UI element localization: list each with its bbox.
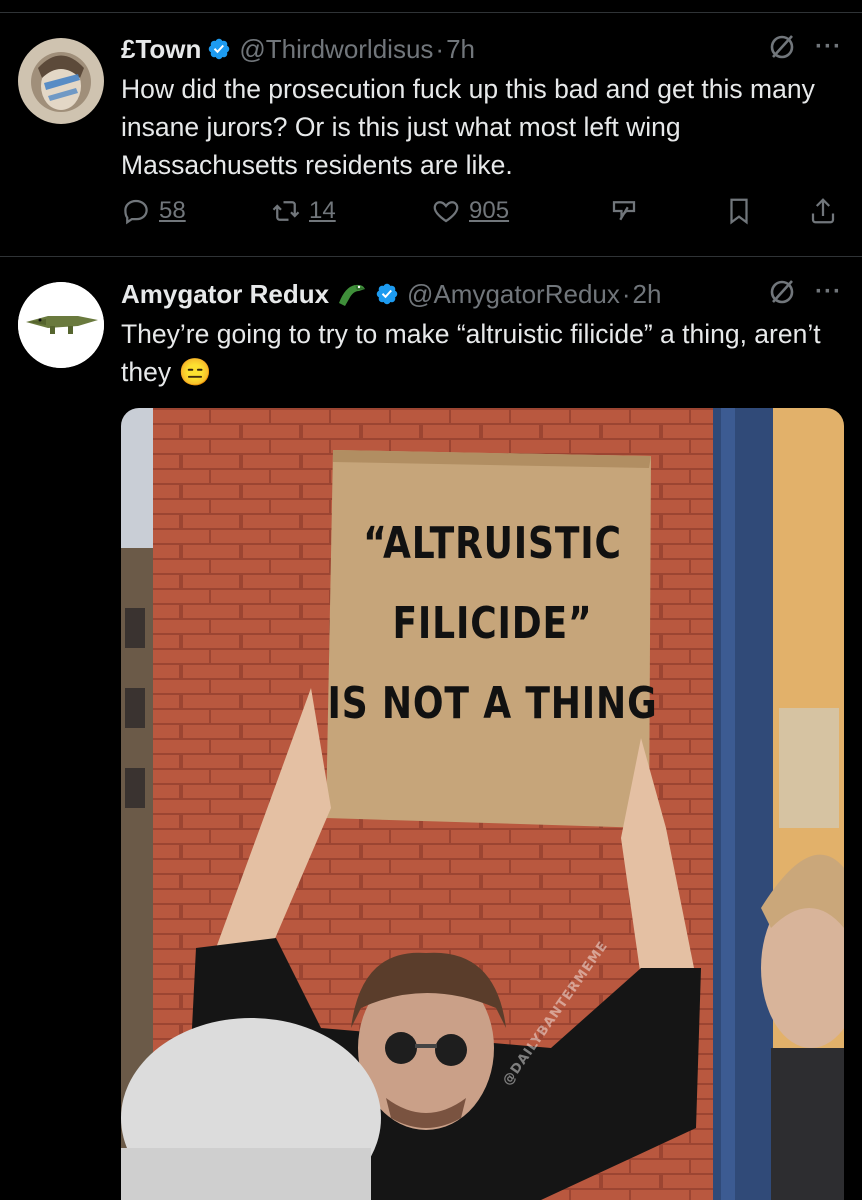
like-icon	[433, 201, 459, 223]
user-handle[interactable]: @Thirdworldisus	[239, 34, 433, 65]
like-count: 905	[469, 197, 510, 224]
timestamp[interactable]: 2h	[633, 279, 662, 310]
reply-button[interactable]: 58	[121, 196, 186, 226]
avatar-amygator[interactable]	[18, 282, 104, 368]
verified-badge-icon	[209, 38, 230, 60]
like-button[interactable]: 905	[431, 196, 509, 226]
sign-line-3: IS NOT A THING	[327, 678, 658, 729]
repost-icon	[272, 201, 300, 221]
timestamp[interactable]: 7h	[446, 34, 475, 65]
grok-icon[interactable]	[767, 32, 797, 62]
share-icon	[811, 198, 835, 224]
more-icon[interactable]: ···	[815, 278, 842, 306]
tweet-2-header: Amygator Redux @AmygatorRedux · 2h ···	[121, 277, 842, 311]
reply-count: 58	[159, 197, 186, 224]
tweet-text: They’re going to try to make “altruistic…	[121, 315, 838, 391]
avatar-ftown[interactable]	[18, 38, 104, 124]
top-divider	[0, 12, 862, 13]
share-button[interactable]	[808, 196, 838, 226]
grok-analyze-icon	[612, 201, 636, 221]
repost-count: 14	[309, 197, 336, 224]
bookmark-icon	[730, 198, 748, 225]
tweet-media-image[interactable]: “ALTRUISTIC FILICIDE” IS NOT A THING	[121, 408, 844, 1200]
tweet-1-actions: 58 14 905	[121, 196, 841, 236]
grok-icon[interactable]	[767, 277, 797, 307]
sign-line-1: “ALTRUISTIC	[363, 518, 622, 569]
display-name[interactable]: £Town	[121, 34, 201, 65]
user-handle[interactable]: @AmygatorRedux	[407, 279, 620, 310]
expressionless-emoji: 😑	[178, 357, 212, 387]
sign-line-2: FILICIDE”	[392, 598, 593, 649]
tweet-divider	[0, 256, 862, 257]
tweet-text-content: They’re going to try to make “altruistic…	[121, 319, 821, 387]
verified-badge-icon	[376, 283, 398, 305]
reply-icon	[124, 199, 148, 225]
tweet-1-header: £Town @Thirdworldisus · 7h ···	[121, 32, 842, 66]
tweet-text: How did the prosecution fuck up this bad…	[121, 74, 815, 180]
more-icon[interactable]: ···	[815, 33, 842, 61]
separator: ·	[621, 278, 631, 309]
repost-button[interactable]: 14	[271, 196, 336, 226]
display-name[interactable]: Amygator Redux	[121, 279, 329, 310]
bookmark-button[interactable]	[724, 196, 754, 226]
grok-analyze-button[interactable]	[609, 196, 639, 226]
alligator-icon	[339, 284, 366, 306]
separator: ·	[435, 33, 445, 64]
